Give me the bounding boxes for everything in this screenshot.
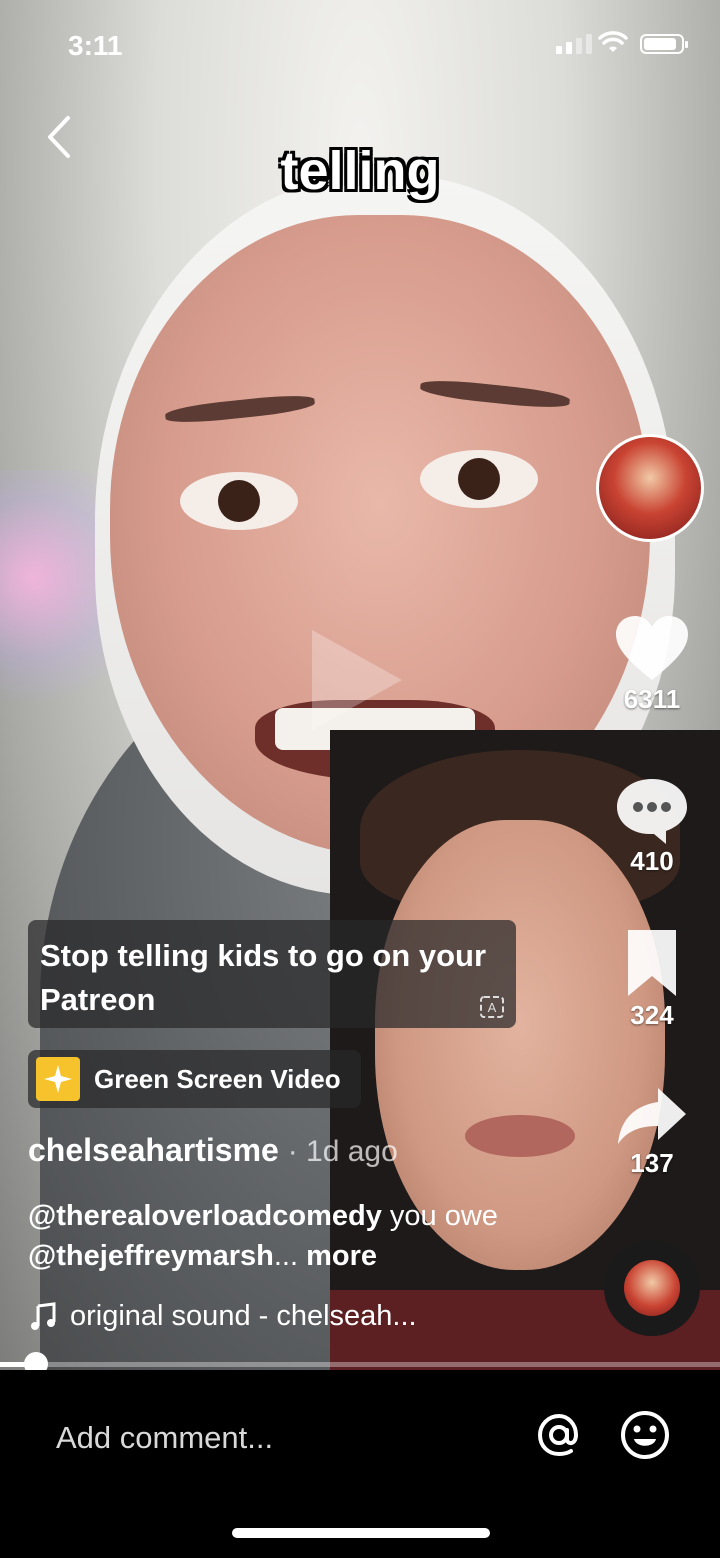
effect-chip[interactable]: Green Screen Video (28, 1050, 361, 1108)
at-sign-icon[interactable] (532, 1408, 586, 1462)
save-count: 324 (630, 1000, 674, 1030)
video-text-overlay: Stop telling kids to go on your Patreon … (28, 920, 516, 1028)
mention-link[interactable]: @therealoverloadcomedy (28, 1200, 382, 1232)
mention-link-2[interactable]: @thejeffreymarsh (28, 1240, 274, 1272)
like-button[interactable]: 6311 (612, 614, 692, 715)
share-arrow-icon (618, 1088, 686, 1144)
description-text: you owe (381, 1200, 498, 1232)
play-icon[interactable] (312, 630, 402, 730)
post-description: @therealoverloadcomedy you owe @thejeffr… (28, 1196, 498, 1276)
comment-button[interactable]: 410 (612, 776, 692, 877)
like-count: 6311 (623, 684, 681, 714)
creator-avatar[interactable] (596, 434, 704, 542)
left-eye (180, 472, 298, 530)
smiley-icon[interactable] (618, 1408, 672, 1462)
tiktok-video-screen: 3:11 telling 6311 410 324 137 Stop telli… (0, 0, 720, 1558)
bookmark-icon (628, 930, 676, 996)
effect-label: Green Screen Video (94, 1063, 341, 1094)
status-bar: 3:11 (0, 0, 720, 90)
share-button[interactable]: 137 (612, 1084, 692, 1179)
sparkle-effect (0, 470, 110, 740)
comment-count: 410 (630, 846, 674, 876)
heart-icon (616, 616, 688, 680)
creator-username[interactable]: chelseahartisme · 1d ago (28, 1132, 398, 1169)
music-disc[interactable] (604, 1240, 700, 1336)
post-age: · 1d ago (287, 1135, 398, 1168)
username-text[interactable]: chelseahartisme (28, 1132, 279, 1168)
save-button[interactable]: 324 (612, 926, 692, 1031)
signal-icon (556, 34, 592, 54)
status-time: 3:11 (68, 30, 123, 61)
sound-label: original sound - chelseah... (70, 1300, 417, 1332)
more-link[interactable]: more (298, 1240, 377, 1272)
share-count: 137 (630, 1148, 674, 1178)
video-caption-word: telling (280, 141, 440, 201)
right-eye (420, 450, 538, 508)
effect-icon (36, 1057, 80, 1101)
sound-link[interactable]: original sound - chelseah... (28, 1300, 417, 1333)
svg-text:A: A (488, 1000, 497, 1015)
video-progress-bar[interactable] (0, 1352, 720, 1376)
music-note-icon (31, 1301, 56, 1330)
pip-lips (465, 1115, 575, 1157)
home-indicator (232, 1528, 490, 1538)
comment-bubble-icon (617, 779, 687, 844)
battery-icon (640, 34, 688, 54)
comment-input[interactable]: Add comment... (56, 1420, 273, 1456)
overlay-text: Stop telling kids to go on your Patreon (40, 938, 487, 1017)
translate-icon[interactable]: A (478, 994, 506, 1020)
wifi-icon (598, 31, 628, 52)
ellipsis: ... (273, 1240, 299, 1272)
